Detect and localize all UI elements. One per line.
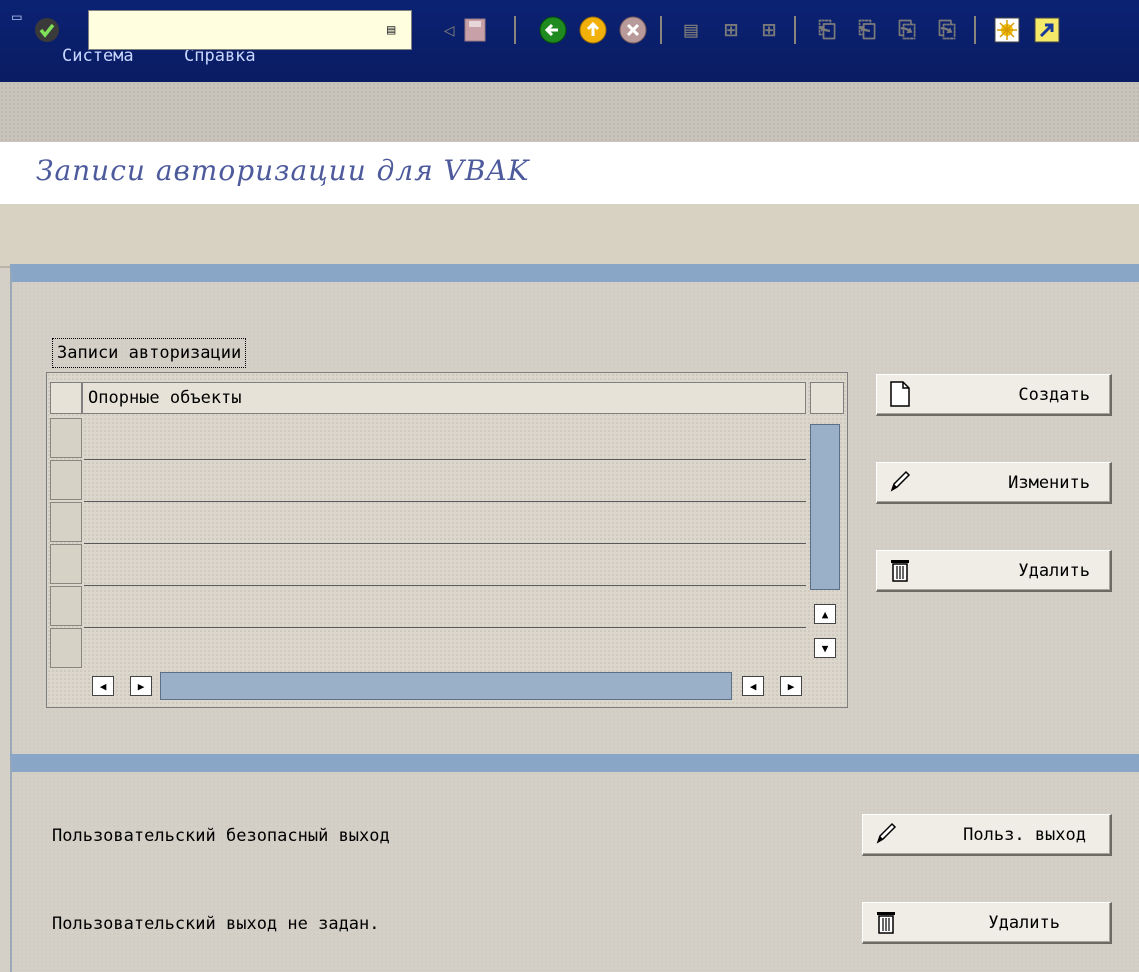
column-header-label: Опорные объекты [88,388,242,408]
pencil-icon [887,469,913,497]
scroll-up-icon[interactable]: ▲ [814,604,836,624]
row-divider [84,543,806,544]
shortcut-icon[interactable] [1030,10,1064,50]
trash-icon [873,909,899,937]
red-cancel-icon[interactable] [616,10,650,50]
user-exit-delete-button[interactable]: Удалить [862,902,1112,944]
standard-toolbar [0,82,1139,143]
last-page-icon: ⎘ [938,17,956,43]
create-button-label: Создать [1018,385,1090,405]
user-exit-button-label: Польз. выход [963,825,1086,845]
create-button[interactable]: Создать [876,374,1112,416]
user-exit-delete-label: Удалить [988,913,1060,933]
command-field[interactable]: ▤ [88,10,412,50]
scroll-down-icon[interactable]: ▼ [814,638,836,658]
row-divider [84,585,806,586]
row-selector[interactable] [50,418,82,458]
binoculars-next-icon: ⊞ [762,17,776,43]
page-title: Записи авторизации для VBAK [36,154,530,187]
horizontal-scrollbar[interactable] [160,672,732,700]
toolbar-separator [794,16,796,44]
row-selector[interactable] [50,628,82,668]
save-icon [458,10,492,50]
history-dropdown-icon[interactable]: ▤ [387,19,403,41]
column-scroll-left-icon[interactable]: ◀ [742,676,764,696]
first-page-icon: ⎗ [818,17,836,43]
next-page-icon: ⎘ [898,17,916,43]
printer-icon: ▤ [684,17,698,43]
row-selector[interactable] [50,460,82,500]
toolbar-separator [974,16,976,44]
column-settings-cell[interactable] [810,382,844,414]
check-icon[interactable] [30,10,64,50]
user-exit-label: Пользовательский безопасный выход [52,826,390,846]
blank-document-icon [887,381,913,409]
change-button-label: Изменить [1008,473,1090,493]
change-button[interactable]: Изменить [876,462,1112,504]
table-title: Записи авторизации [52,338,247,368]
row-divider [84,459,806,460]
row-selector[interactable] [50,586,82,626]
row-divider [84,627,806,628]
row-selector[interactable] [50,544,82,584]
scroll-right-icon[interactable]: ▶ [130,676,152,696]
toolbar-separator [660,16,662,44]
toolbar-separator [514,16,516,44]
user-exit-button[interactable]: Польз. выход [862,814,1112,856]
command-input[interactable] [93,15,377,47]
vertical-scrollbar-thumb[interactable] [810,424,840,590]
binoculars-icon: ⊞ [724,17,738,43]
user-exit-status: Пользовательский выход не задан. [52,914,380,934]
new-session-icon[interactable] [990,10,1024,50]
row-divider [84,501,806,502]
delete-button-label: Удалить [1018,561,1090,581]
delete-button[interactable]: Удалить [876,550,1112,592]
row-selector[interactable] [50,502,82,542]
select-all-cell[interactable] [50,382,82,414]
prev-page-icon: ⎗ [858,17,876,43]
application-toolbar [0,204,1139,268]
green-left-arrow-icon[interactable] [536,10,570,50]
column-scroll-right-icon[interactable]: ▶ [780,676,802,696]
pencil-icon [873,821,899,849]
yellow-up-arrow-icon[interactable] [576,10,610,50]
scroll-left-icon[interactable]: ◀ [92,676,114,696]
auth-records-table [46,372,848,708]
trash-icon [887,557,913,585]
